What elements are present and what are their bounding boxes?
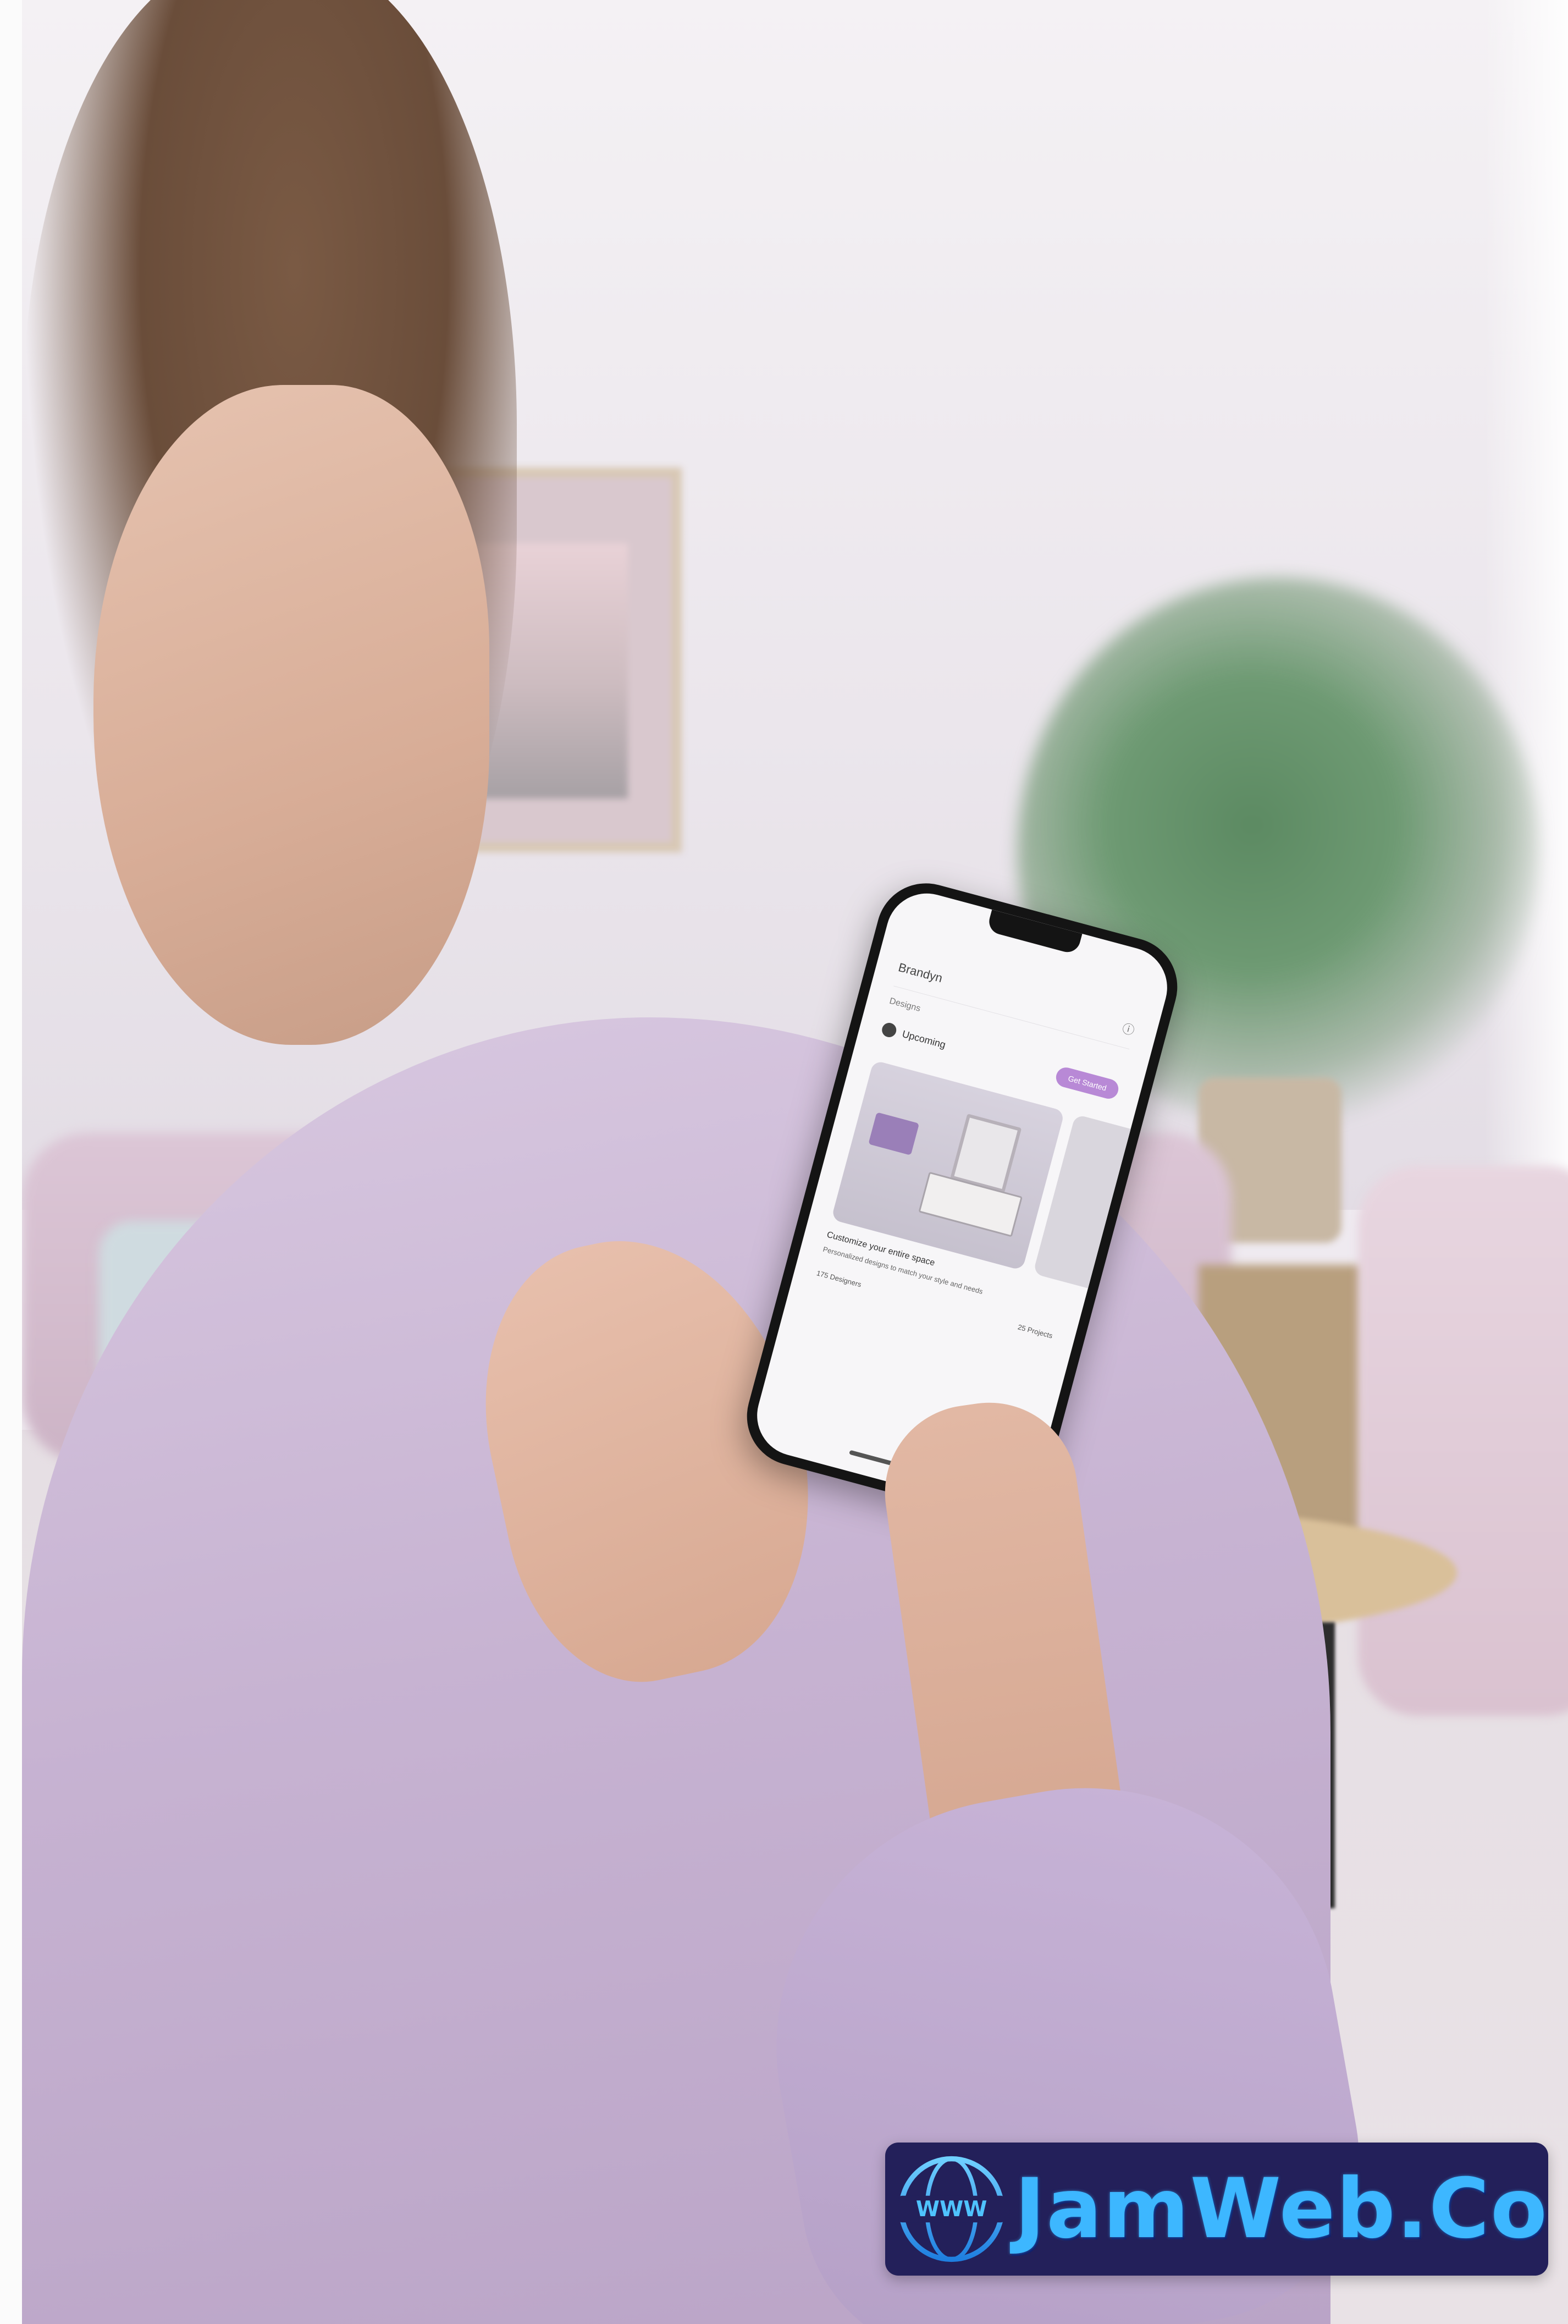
globe-icon: WWW xyxy=(898,2156,1005,2262)
meta-designers: 175 Designers xyxy=(815,1268,863,1288)
person-face xyxy=(93,385,489,1045)
card-wall-art xyxy=(868,1112,920,1155)
armchair xyxy=(1358,1166,1568,1716)
user-label: Upcoming xyxy=(880,1021,947,1052)
design-card-image[interactable] xyxy=(831,1060,1065,1271)
window-light xyxy=(1484,0,1568,1265)
info-icon[interactable]: ⓘ xyxy=(1120,1018,1137,1039)
avatar xyxy=(880,1021,898,1039)
meta-projects: 25 Projects xyxy=(1017,1322,1054,1340)
globe-text: WWW xyxy=(916,2197,987,2222)
user-name: Upcoming xyxy=(901,1028,947,1050)
section-label: Designs xyxy=(888,996,922,1014)
app-title: Brandyn xyxy=(897,960,944,985)
logo-text: JamWeb.Co xyxy=(1014,2161,1548,2257)
jamweb-logo: WWW JamWeb.Co xyxy=(885,2143,1548,2276)
get-started-button[interactable]: Get Started xyxy=(1054,1065,1121,1101)
photo-scene: Brandyn ⓘ Designs Upcoming Get Started C… xyxy=(0,0,1568,2324)
left-margin xyxy=(0,0,22,2324)
